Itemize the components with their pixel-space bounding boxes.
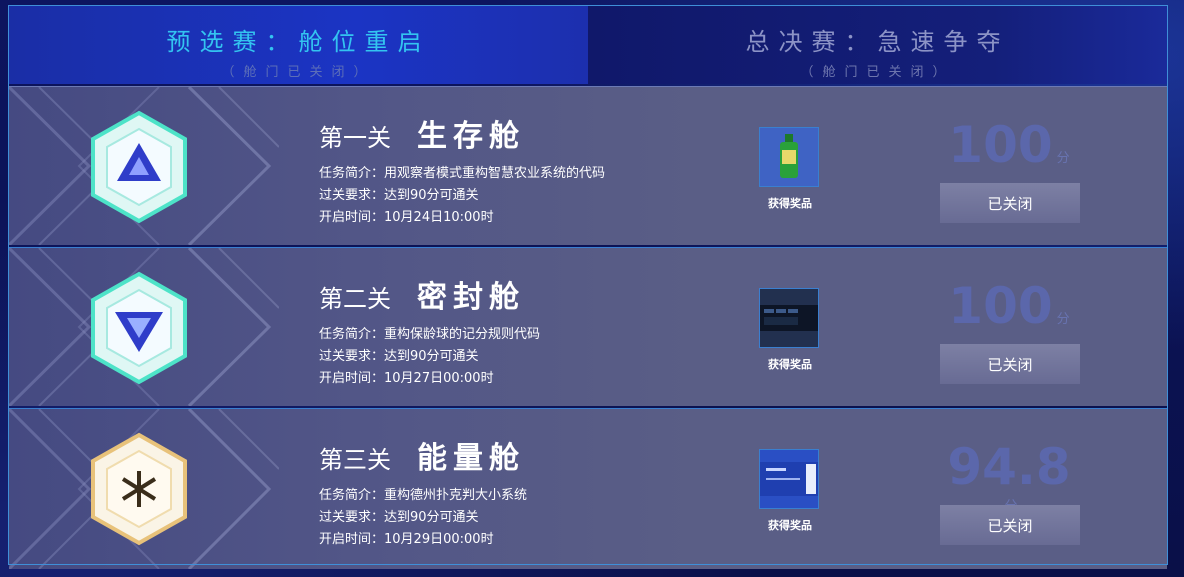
level-info: 任务简介：用观察者模式重构智慧农业系统的代码 过关要求：达到90分可通关 开启时…	[319, 163, 605, 229]
score-unit: 分	[1056, 312, 1070, 327]
prize-label: 获得奖品	[768, 519, 812, 532]
prize: 获得奖品	[759, 288, 821, 372]
intro-text: 用观察者模式重构智慧农业系统的代码	[384, 166, 606, 181]
score-unit: 分	[1056, 151, 1070, 166]
level-number: 第二关	[319, 285, 391, 313]
prize: 获得奖品	[759, 449, 821, 533]
tab-final-status: （舱门已关闭）	[800, 65, 955, 80]
prize-label: 获得奖品	[768, 358, 812, 371]
open-time-label: 开启时间：	[319, 532, 385, 547]
energy-emblem-icon	[91, 432, 187, 546]
requirement-label: 过关要求：	[319, 188, 385, 203]
level-title: 第三关 能量舱	[319, 433, 525, 477]
open-time-text: 10月27日00:00时	[384, 371, 494, 386]
level-list: 第一关 生存舱 任务简介：用观察者模式重构智慧农业系统的代码 过关要求：达到90…	[9, 86, 1167, 571]
requirement-label: 过关要求：	[319, 510, 385, 525]
open-time-text: 10月29日00:00时	[384, 532, 494, 547]
level-title: 第一关 生存舱	[319, 111, 525, 155]
score-value: 94.8	[947, 438, 1071, 496]
prize-image[interactable]	[759, 127, 819, 187]
score: 100 分	[939, 278, 1079, 334]
level-name: 能量舱	[417, 441, 525, 476]
intro-text: 重构保龄球的记分规则代码	[384, 327, 541, 342]
level-name: 生存舱	[417, 119, 525, 154]
oil-bottle-icon	[780, 134, 798, 178]
prize-image[interactable]	[759, 449, 819, 509]
requirement-text: 达到90分可通关	[384, 188, 479, 203]
level-number: 第一关	[319, 124, 391, 152]
open-time-text: 10月24日10:00时	[384, 210, 494, 225]
tab-preliminary-title: 预选赛：舱位重启	[166, 28, 431, 56]
score: 94.8分	[939, 439, 1079, 514]
tab-preliminary-status: （舱门已关闭）	[221, 65, 376, 80]
level-info: 任务简介：重构保龄球的记分规则代码 过关要求：达到90分可通关 开启时间：10月…	[319, 324, 540, 390]
closed-button[interactable]: 已关闭	[940, 505, 1080, 545]
sealed-emblem-icon	[91, 271, 187, 385]
survival-emblem-icon	[91, 110, 187, 224]
intro-label: 任务简介：	[319, 166, 385, 181]
intro-label: 任务简介：	[319, 327, 385, 342]
level-number: 第三关	[319, 446, 391, 474]
prize-image[interactable]	[759, 288, 819, 348]
intro-label: 任务简介：	[319, 488, 385, 503]
score-value: 100	[948, 277, 1053, 335]
level-info: 任务简介：重构德州扑克判大小系统 过关要求：达到90分可通关 开启时间：10月2…	[319, 485, 527, 551]
level-card: 第二关 密封舱 任务简介：重构保龄球的记分规则代码 过关要求：达到90分可通关 …	[9, 247, 1167, 406]
screen-image-icon	[760, 305, 818, 331]
requirement-text: 达到90分可通关	[384, 349, 479, 364]
tab-final-title: 总决赛：急速争夺	[745, 28, 1010, 56]
requirement-label: 过关要求：	[319, 349, 385, 364]
tab-preliminary[interactable]: 预选赛：舱位重启 （舱门已关闭）	[9, 6, 588, 84]
prize: 获得奖品	[759, 127, 821, 211]
score-value: 100	[948, 116, 1053, 174]
level-name: 密封舱	[417, 280, 525, 315]
closed-button[interactable]: 已关闭	[940, 183, 1080, 223]
tab-final[interactable]: 总决赛：急速争夺 （舱门已关闭）	[588, 6, 1167, 84]
level-card: 第一关 生存舱 任务简介：用观察者模式重构智慧农业系统的代码 过关要求：达到90…	[9, 86, 1167, 245]
score: 100 分	[939, 117, 1079, 173]
certificate-image-icon	[760, 462, 818, 496]
level-title: 第二关 密封舱	[319, 272, 525, 316]
open-time-label: 开启时间：	[319, 210, 385, 225]
open-time-label: 开启时间：	[319, 371, 385, 386]
level-card: 第三关 能量舱 任务简介：重构德州扑克判大小系统 过关要求：达到90分可通关 开…	[9, 408, 1167, 569]
stage-tabs: 预选赛：舱位重启 （舱门已关闭） 总决赛：急速争夺 （舱门已关闭）	[9, 6, 1167, 84]
closed-button[interactable]: 已关闭	[940, 344, 1080, 384]
requirement-text: 达到90分可通关	[384, 510, 479, 525]
intro-text: 重构德州扑克判大小系统	[384, 488, 528, 503]
prize-label: 获得奖品	[768, 197, 812, 210]
